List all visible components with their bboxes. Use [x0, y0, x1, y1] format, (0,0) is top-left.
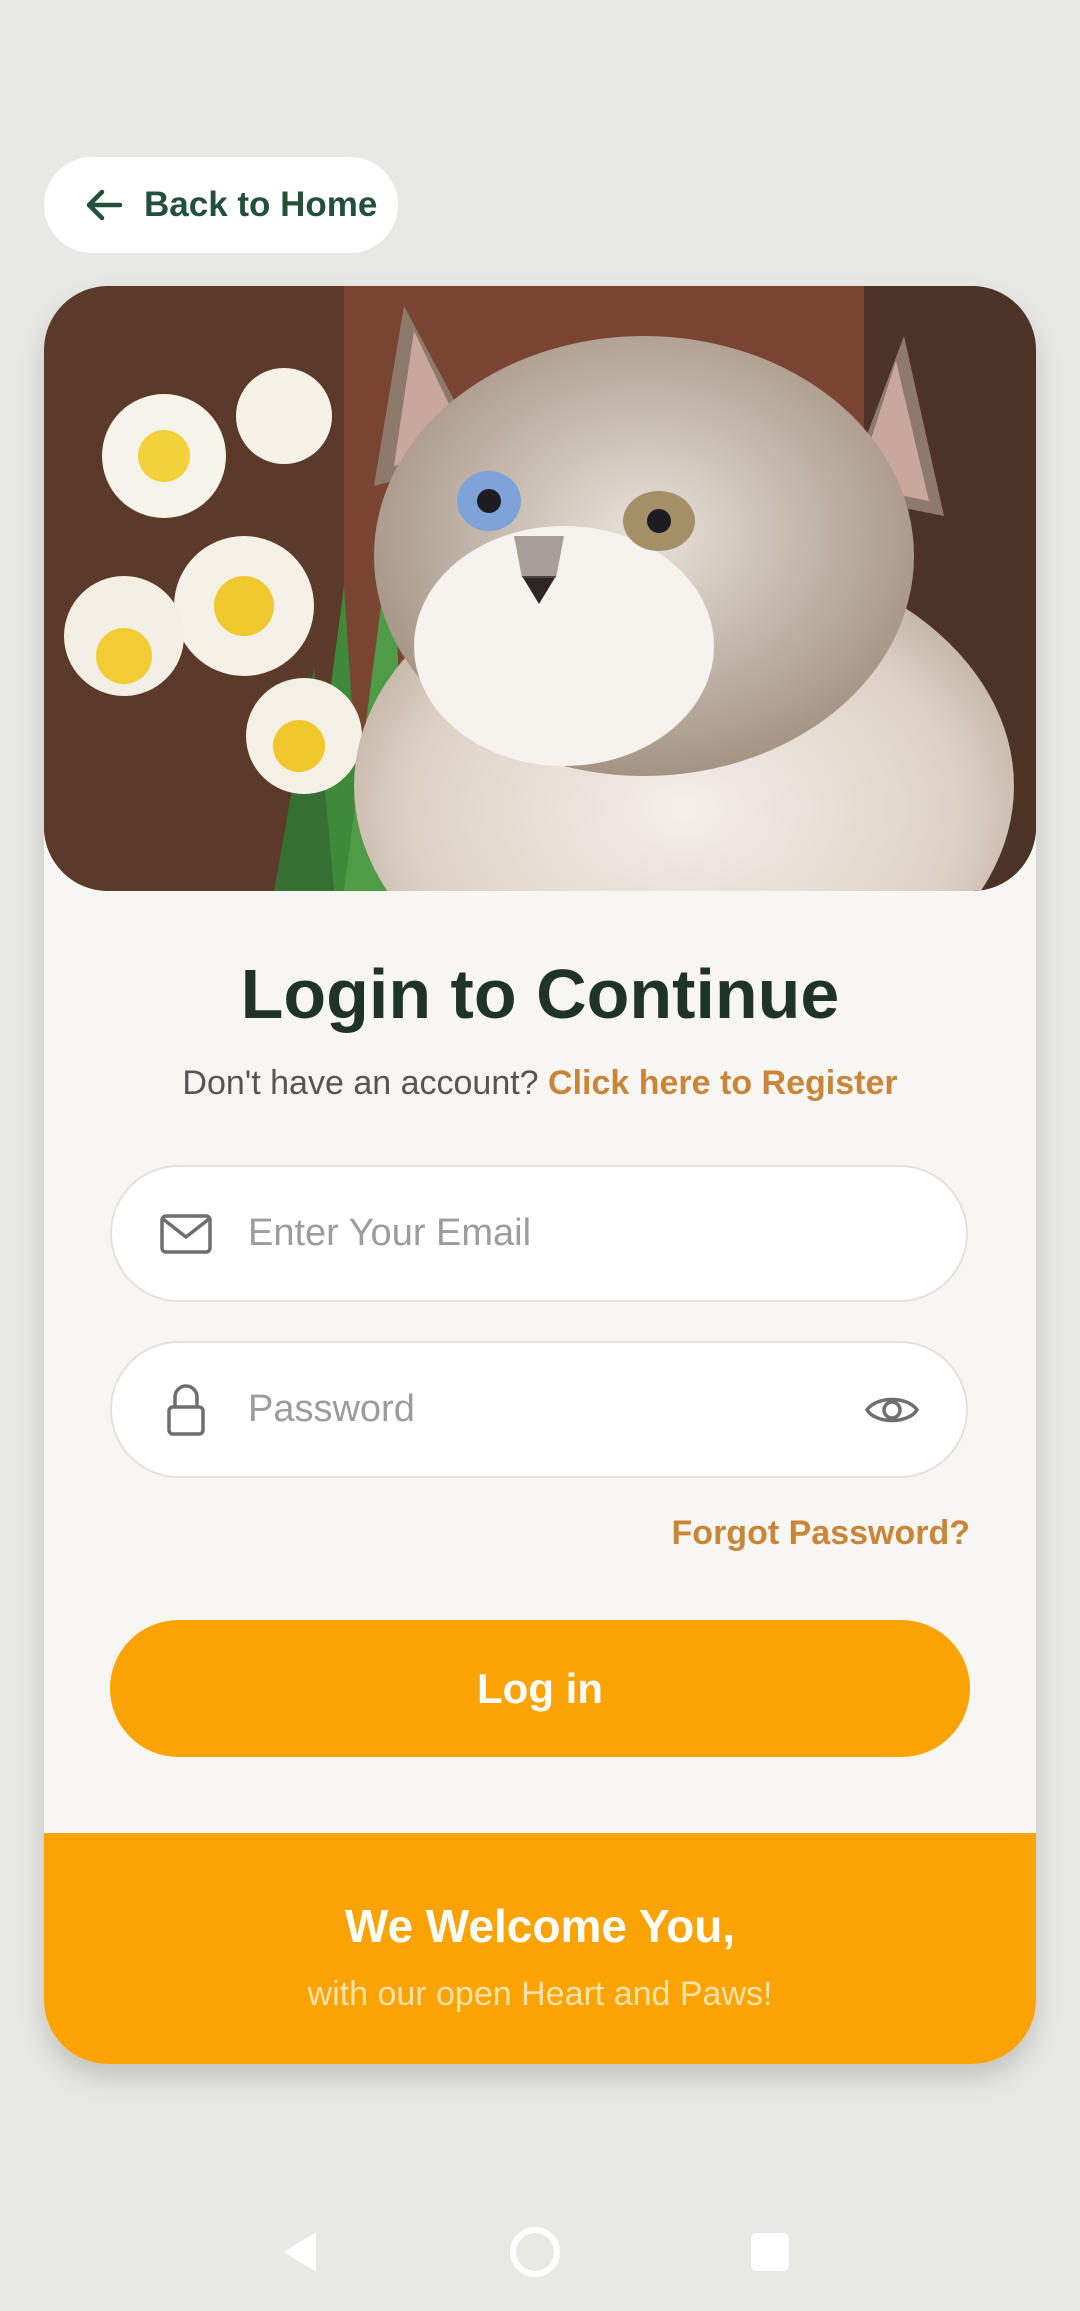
back-to-home-button[interactable]: Back to Home [44, 157, 398, 253]
password-input[interactable] [248, 1388, 862, 1431]
register-prompt: Don't have an account? [182, 1064, 539, 1102]
welcome-title: We Welcome You, [344, 1900, 736, 1952]
nav-recents-icon[interactable] [740, 2222, 800, 2282]
page-title: Login to Continue [240, 955, 840, 1033]
email-field[interactable] [110, 1165, 968, 1302]
eye-icon[interactable] [862, 1380, 922, 1440]
email-input[interactable] [248, 1212, 966, 1255]
lock-icon [158, 1382, 214, 1438]
password-field[interactable] [110, 1341, 968, 1478]
forgot-password-link[interactable]: Forgot Password? [672, 1514, 970, 1553]
nav-back-icon[interactable] [270, 2222, 330, 2282]
system-navigation-bar [0, 2200, 1080, 2311]
nav-home-icon[interactable] [505, 2222, 565, 2282]
hero-cat-image [44, 286, 1036, 891]
login-screen: Back to Home Login to Continue Don't hav… [0, 0, 1080, 2311]
register-link[interactable]: Click here to Register [548, 1064, 898, 1102]
welcome-banner: We Welcome You, with our open Heart and … [44, 1833, 1036, 2064]
login-button[interactable]: Log in [110, 1620, 970, 1757]
mail-icon [158, 1206, 214, 1262]
welcome-subtitle: with our open Heart and Paws! [307, 1975, 773, 2013]
back-to-home-label: Back to Home [144, 185, 378, 224]
arrow-left-icon [82, 183, 126, 227]
register-line: Don't have an account? Click here to Reg… [44, 1064, 1036, 1103]
login-card: Login to Continue Don't have an account?… [44, 286, 1036, 2064]
